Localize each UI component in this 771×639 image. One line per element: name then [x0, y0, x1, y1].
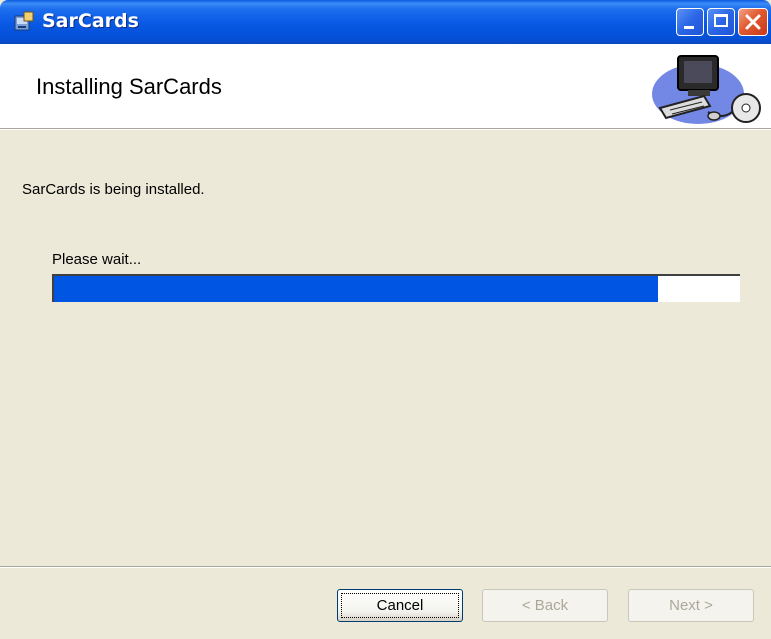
close-icon	[745, 14, 761, 30]
banner-divider	[0, 129, 771, 130]
progress-fill	[54, 276, 658, 302]
close-button[interactable]	[738, 8, 768, 36]
computer-icon	[652, 55, 761, 124]
cancel-button[interactable]: Cancel	[337, 589, 463, 622]
next-button[interactable]: Next >	[628, 589, 754, 622]
minimize-icon	[684, 26, 694, 29]
maximize-button[interactable]	[707, 8, 735, 36]
page-title: Installing SarCards	[36, 74, 222, 99]
header-banner: Installing SarCards	[0, 44, 771, 129]
installer-window: SarCards Installing SarCards SarCards is…	[0, 0, 771, 639]
next-button-label: Next >	[669, 597, 713, 614]
installer-icon	[14, 11, 34, 31]
window-title: SarCards	[42, 10, 139, 32]
status-text: SarCards is being installed.	[22, 181, 205, 198]
title-bar[interactable]: SarCards	[0, 0, 771, 44]
focus-ring	[341, 593, 459, 618]
back-button-label: < Back	[521, 597, 569, 614]
minimize-button[interactable]	[676, 8, 704, 36]
progress-bar	[52, 274, 740, 302]
back-button[interactable]: < Back	[482, 589, 608, 622]
maximize-icon	[714, 14, 728, 27]
wait-label: Please wait...	[52, 251, 142, 268]
footer-divider-highlight	[0, 567, 771, 568]
